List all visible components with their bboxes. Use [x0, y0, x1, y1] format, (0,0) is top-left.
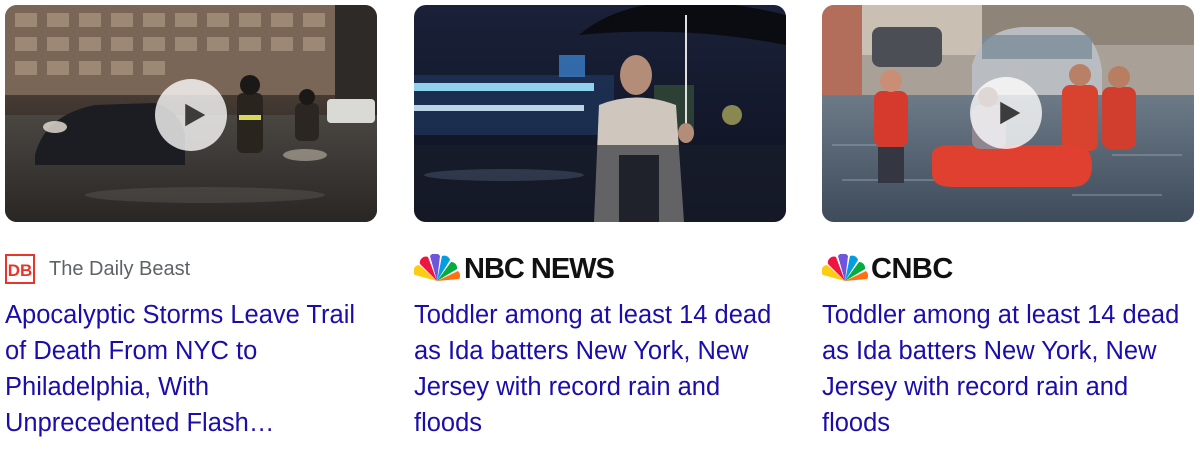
news-source[interactable]: CNBC: [822, 253, 953, 285]
daily-beast-logo-icon: DB: [5, 254, 35, 284]
news-thumbnail[interactable]: [414, 5, 786, 222]
source-name: The Daily Beast: [49, 257, 191, 280]
headline-link[interactable]: Toddler among at least 14 dead as Ida ba…: [822, 297, 1194, 441]
source-name: NBC NEWS: [464, 252, 615, 285]
news-thumbnail[interactable]: [822, 5, 1194, 222]
news-card[interactable]: NBC NEWS Toddler among at least 14 dead …: [414, 5, 786, 437]
headline-link[interactable]: Apocalyptic Storms Leave Trail of Death …: [5, 297, 377, 441]
nbc-peacock-logo-icon: [414, 254, 460, 281]
source-name: CNBC: [871, 252, 953, 285]
news-source[interactable]: NBC NEWS: [414, 252, 615, 285]
cnbc-peacock-logo-icon: [822, 254, 868, 281]
news-carousel: DB The Daily Beast Apocalyptic Storms Le…: [0, 0, 1200, 449]
play-icon: [999, 101, 1020, 125]
play-button[interactable]: [970, 77, 1042, 149]
man-with-umbrella-image: [414, 5, 786, 222]
play-icon: [184, 103, 205, 127]
news-thumbnail[interactable]: [5, 5, 377, 222]
svg-text:DB: DB: [8, 261, 33, 280]
play-button[interactable]: [155, 79, 227, 151]
headline-link[interactable]: Toddler among at least 14 dead as Ida ba…: [414, 297, 786, 441]
news-card[interactable]: DB The Daily Beast Apocalyptic Storms Le…: [5, 5, 377, 437]
news-source[interactable]: DB The Daily Beast: [5, 253, 190, 285]
news-card[interactable]: CNBC Toddler among at least 14 dead as I…: [822, 5, 1194, 437]
